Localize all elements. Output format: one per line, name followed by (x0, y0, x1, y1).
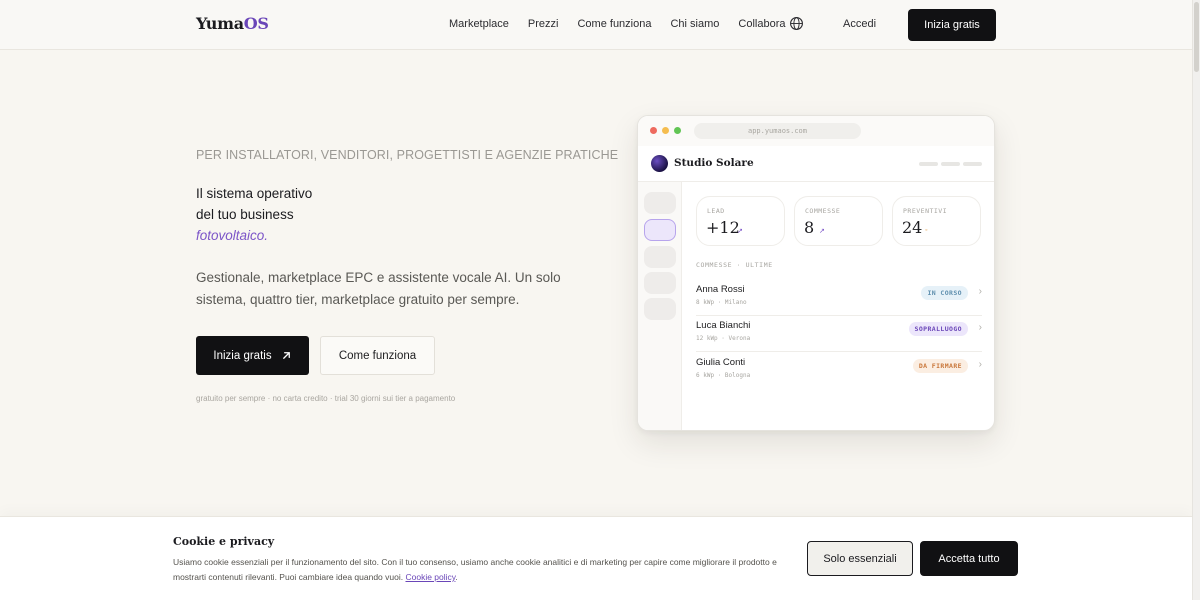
minimize-dot-icon (662, 127, 669, 134)
nav-link-marketplace[interactable]: Marketplace (449, 18, 509, 30)
status-dot-icon: ◦ (925, 227, 928, 234)
hero-signup-label: Inizia gratis (213, 349, 272, 362)
sidebar-placeholder (644, 192, 676, 214)
mockup-header: Studio Solare (638, 147, 994, 182)
stat-value: 8 (804, 218, 815, 237)
sidebar-placeholder (644, 246, 676, 268)
stat-card-lead: LEAD +12 ↗ (696, 196, 785, 246)
nav-link-chi-siamo[interactable]: Chi siamo (670, 18, 719, 30)
essential-cookies-button[interactable]: Solo essenziali (807, 541, 913, 576)
nav-link-come-funziona[interactable]: Come funziona (577, 18, 651, 30)
logo-text: Yuma (196, 14, 244, 33)
stat-label: LEAD (707, 207, 725, 215)
status-badge: IN CORSO (921, 286, 968, 300)
hero-headline: Il sistema operativo del tuo business fo… (196, 183, 312, 246)
headline-line-1: Il sistema operativo (196, 186, 313, 201)
stat-card-commesse: COMMESSE 8 ↗ (794, 196, 883, 246)
row-meta: 8 kWp · Milano (696, 299, 747, 306)
chevron-right-icon: › (978, 322, 982, 333)
hero-eyebrow: PER INSTALLATORI, VENDITORI, PROGETTISTI… (196, 148, 619, 162)
avatar (651, 155, 668, 172)
sidebar-placeholder (644, 272, 676, 294)
row-meta: 12 kWp · Verona (696, 335, 751, 342)
sidebar-placeholder (644, 298, 676, 320)
stat-value: 24 (902, 218, 923, 237)
status-badge: SOPRALLUOGO (908, 322, 968, 336)
list-item[interactable]: Anna Rossi 8 kWp · Milano IN CORSO › (696, 280, 982, 316)
scrollbar[interactable] (1192, 0, 1200, 600)
hero-subtitle: Gestionale, marketplace EPC e assistente… (196, 270, 561, 307)
nav-signup-button[interactable]: Inizia gratis (908, 9, 996, 41)
globe-icon[interactable] (789, 16, 804, 31)
headline-accent: fotovoltaico. (196, 228, 269, 243)
trend-up-icon: ↗ (737, 228, 743, 235)
accept-all-button[interactable]: Accetta tutto (920, 541, 1018, 576)
stat-value: +12 (706, 218, 740, 237)
row-meta: 6 kWp · Bologna (696, 372, 751, 379)
sidebar-placeholder-active (644, 219, 676, 241)
mockup-header-placeholders (919, 162, 982, 166)
row-name: Anna Rossi (696, 284, 745, 295)
cookie-policy-link[interactable]: Cookie policy (405, 572, 455, 582)
scrollbar-thumb[interactable] (1194, 2, 1199, 72)
cookie-title: Cookie e privacy (173, 535, 275, 548)
mockup-url: app.yumaos.com (694, 123, 861, 139)
top-navbar: YumaOS Marketplace Prezzi Come funziona … (0, 0, 1192, 50)
how-it-works-button[interactable]: Come funziona (320, 336, 435, 375)
nav-link-collabora[interactable]: Collabora (738, 18, 785, 30)
status-badge: DA FIRMARE (912, 359, 968, 373)
headline-line-2: del tuo business (196, 207, 294, 222)
hero-signup-button[interactable]: Inizia gratis (196, 336, 309, 375)
chevron-right-icon: › (978, 286, 982, 297)
stat-label: PREVENTIVI (903, 207, 948, 215)
list-item[interactable]: Giulia Conti 6 kWp · Bologna DA FIRMARE … (696, 353, 982, 389)
maximize-dot-icon (674, 127, 681, 134)
stat-label: COMMESSE (805, 207, 841, 215)
trend-up-icon: ↗ (819, 228, 825, 235)
close-dot-icon (650, 127, 657, 134)
mockup-company-name: Studio Solare (674, 157, 754, 169)
hero-fine-print: gratuito per sempre · no carta credito ·… (196, 394, 456, 403)
mockup-browser-bar: app.yumaos.com (638, 116, 994, 146)
list-item[interactable]: Luca Bianchi 12 kWp · Verona SOPRALLUOGO… (696, 316, 982, 352)
list-title: COMMESSE · ULTIME (696, 261, 773, 269)
nav-link-prezzi[interactable]: Prezzi (528, 18, 559, 30)
nav-links: Marketplace Prezzi Come funziona Chi sia… (449, 18, 804, 30)
chevron-right-icon: › (978, 359, 982, 370)
stat-card-preventivi: PREVENTIVI 24 ◦ (892, 196, 981, 246)
mockup-sidebar (638, 182, 682, 430)
logo-accent-text: OS (243, 14, 269, 33)
cookie-body: Usiamo cookie essenziali per il funziona… (173, 557, 777, 582)
app-mockup: app.yumaos.com Studio Solare LEAD +12 ↗ … (637, 115, 995, 431)
arrow-up-right-icon (282, 352, 290, 359)
row-name: Giulia Conti (696, 357, 746, 368)
login-link[interactable]: Accedi (843, 18, 876, 30)
logo[interactable]: YumaOS (196, 14, 269, 33)
cookie-text: Usiamo cookie essenziali per il funziona… (173, 557, 777, 582)
row-name: Luca Bianchi (696, 320, 751, 331)
cookie-banner: Cookie e privacy Usiamo cookie essenzial… (0, 516, 1192, 600)
